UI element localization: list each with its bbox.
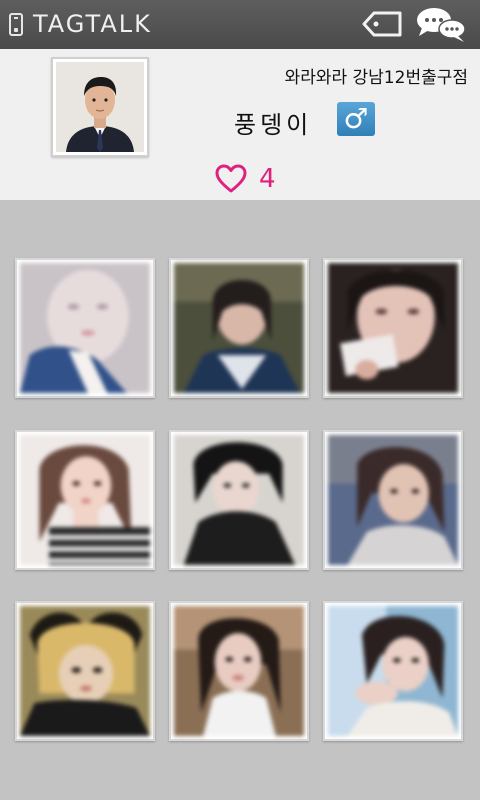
profile-section: 와라와라 강남12번출구점 풍뎅이 ♂ 4 — [0, 49, 480, 200]
photo-image — [328, 263, 458, 393]
photo-image — [328, 606, 458, 736]
photo-tile[interactable] — [323, 258, 463, 398]
photo-tile[interactable] — [169, 601, 309, 741]
store-name: 와라와라 강남12번출구점 — [284, 68, 468, 88]
chat-bubbles-icon — [417, 8, 466, 42]
photo-image — [20, 606, 150, 736]
photo-image — [174, 435, 304, 565]
like-button[interactable]: 4 — [215, 164, 276, 194]
photo-tile[interactable] — [323, 430, 463, 570]
photo-image — [20, 435, 150, 565]
photo-image — [174, 606, 304, 736]
avatar-photo — [56, 62, 144, 152]
photo-tile[interactable] — [15, 601, 155, 741]
photo-tile[interactable] — [169, 258, 309, 398]
top-bar: TAGTALK — [0, 0, 480, 49]
photo-tile[interactable] — [323, 601, 463, 741]
like-count: 4 — [259, 164, 276, 194]
male-gender-icon: ♂ — [337, 102, 375, 136]
app-title: TAGTALK — [33, 10, 152, 38]
tag-icon — [362, 11, 402, 37]
photo-tile[interactable] — [169, 430, 309, 570]
photo-tile[interactable] — [15, 258, 155, 398]
photo-image — [328, 435, 458, 565]
photo-grid — [0, 200, 480, 800]
heart-icon — [215, 164, 247, 193]
phone-icon — [9, 13, 23, 36]
photo-image — [174, 263, 304, 393]
photo-tile[interactable] — [15, 430, 155, 570]
chat-button[interactable] — [414, 5, 468, 43]
tag-button[interactable] — [360, 8, 404, 40]
photo-image — [20, 263, 150, 393]
nickname: 풍뎅이 — [234, 111, 313, 139]
avatar[interactable] — [51, 57, 149, 157]
